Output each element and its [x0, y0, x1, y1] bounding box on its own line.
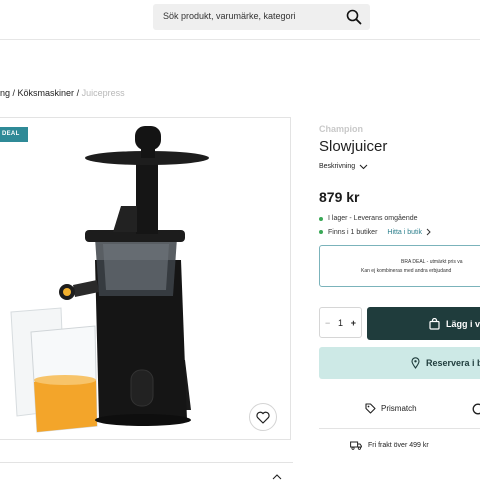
find-in-store-label: Hitta i butik: [387, 228, 423, 236]
chevron-up-icon[interactable]: [272, 474, 282, 480]
info-icon[interactable]: [472, 403, 480, 415]
breadcrumb-item[interactable]: ng: [0, 88, 10, 98]
search-icon[interactable]: [346, 9, 362, 25]
wishlist-button[interactable]: [249, 403, 277, 431]
quantity-decrease-button[interactable]: −: [325, 318, 330, 328]
product-gallery[interactable]: DEAL: [0, 117, 291, 440]
quantity-increase-button[interactable]: +: [351, 318, 356, 328]
stock-status-dot: [319, 230, 323, 234]
deal-info-box: BRA DEAL - utmärkt pris va Kan ej kombin…: [319, 245, 480, 287]
quantity-value[interactable]: 1: [338, 318, 343, 328]
reserve-in-store-button[interactable]: Reservera i bu: [319, 347, 480, 379]
reserve-label: Reservera i bu: [426, 358, 480, 368]
price-match-link[interactable]: Prismatch: [365, 403, 417, 414]
search-bar[interactable]: Sök produkt, varumärke, kategori: [153, 4, 370, 30]
price-tag-icon: [365, 403, 376, 414]
deal-info-note: Kan ej kombineras med andra erbjudand: [361, 268, 452, 274]
breadcrumb-item[interactable]: Köksmaskiner: [18, 88, 75, 98]
chevron-down-icon: [359, 164, 368, 169]
site-header: Sök produkt, varumärke, kategori: [0, 0, 480, 40]
breadcrumb-separator: /: [10, 88, 18, 98]
add-to-cart-button[interactable]: Lägg i va: [367, 307, 480, 340]
stock-stores-text: Finns i 1 butiker: [328, 228, 378, 236]
stock-online: I lager - Leverans omgående: [319, 215, 418, 222]
location-pin-icon: [411, 357, 420, 369]
product-price: 879 kr: [319, 189, 360, 205]
search-input[interactable]: Sök produkt, varumärke, kategori: [163, 11, 296, 21]
description-label: Beskrivning: [319, 163, 356, 170]
product-title: Slowjuicer: [319, 138, 388, 155]
free-shipping-info: Fri frakt över 499 kr: [350, 441, 429, 450]
stock-online-text: I lager - Leverans omgående: [328, 215, 418, 222]
breadcrumb: ng / Köksmaskiner / Juicepress: [0, 88, 125, 98]
chevron-right-icon: [426, 228, 431, 236]
price-match-label: Prismatch: [381, 404, 417, 413]
heart-icon: [256, 411, 270, 424]
quantity-stepper[interactable]: − 1 +: [319, 307, 362, 338]
find-in-store-link[interactable]: Hitta i butik: [387, 228, 431, 236]
stock-stores: Finns i 1 butiker Hitta i butik: [319, 228, 431, 236]
product-brand[interactable]: Champion: [319, 124, 363, 134]
breadcrumb-separator: /: [74, 88, 82, 98]
shopping-bag-icon: [429, 317, 440, 330]
accordion-divider: [0, 462, 293, 463]
deal-info-title: BRA DEAL - utmärkt pris va: [401, 259, 463, 265]
perks-divider: [319, 428, 480, 429]
free-shipping-text: Fri frakt över 499 kr: [368, 442, 429, 449]
delivery-truck-icon: [350, 441, 362, 450]
add-to-cart-label: Lägg i va: [446, 318, 480, 329]
stock-status-dot: [319, 216, 323, 221]
description-toggle[interactable]: Beskrivning: [319, 163, 368, 170]
product-image: [10, 126, 209, 433]
breadcrumb-current: Juicepress: [81, 88, 125, 98]
